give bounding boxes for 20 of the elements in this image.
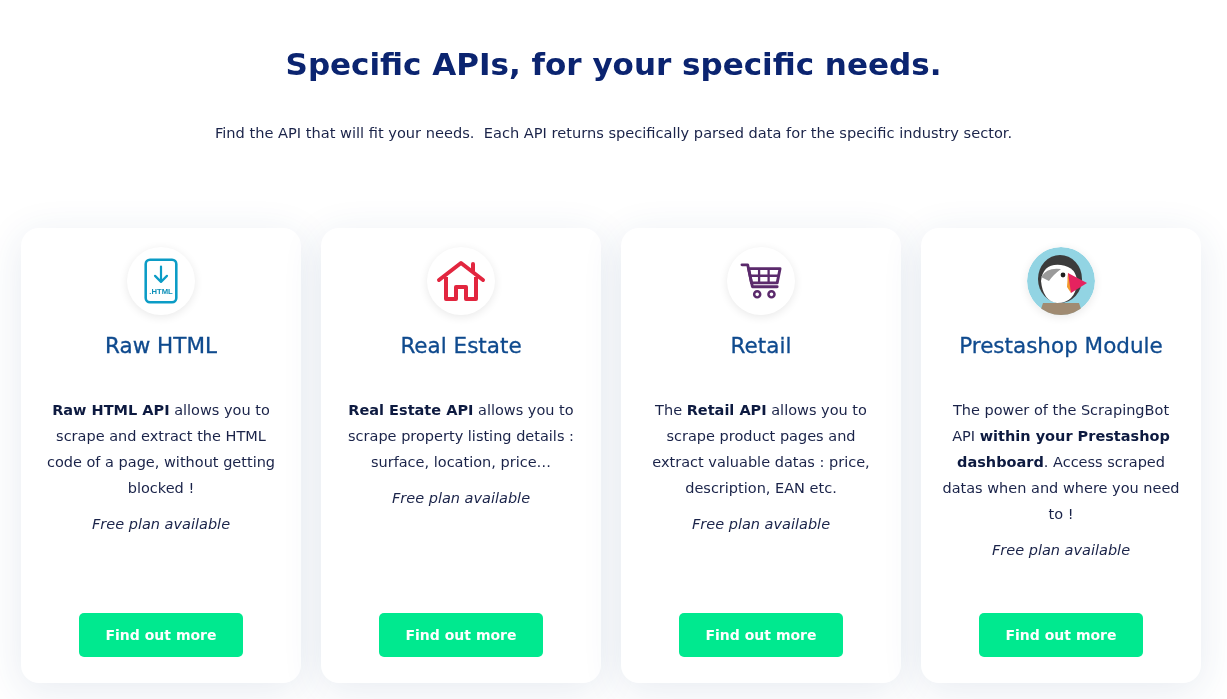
find-out-more-button[interactable]: Find out more <box>379 613 543 657</box>
card-description: Real Estate API allows you to scrape property listing details : surface, location, price… <box>347 401 575 472</box>
find-out-more-button[interactable]: Find out more <box>679 613 843 657</box>
card-title: Prestashop Module <box>959 333 1163 359</box>
plan-note: Free plan available <box>391 489 531 508</box>
bird-icon <box>1027 247 1095 315</box>
card-title: Real Estate <box>400 333 522 359</box>
section-heading: Specific APIs, for your specific needs. <box>285 45 942 84</box>
plan-note: Free plan available <box>691 515 831 534</box>
card-description: The Retail API allows you to scrape product pages and extract valuable datas : price, description, EAN etc. <box>651 401 871 498</box>
plan-note: Free plan available <box>91 515 231 534</box>
card-description: The power of the ScrapingBot API within your Prestashop dashboard. Access scraped datas when and where you need to ! <box>941 401 1181 524</box>
card-title: Retail <box>730 333 792 359</box>
find-out-more-button[interactable]: Find out more <box>979 613 1143 657</box>
find-out-more-button[interactable]: Find out more <box>79 613 243 657</box>
plan-note: Free plan available <box>991 541 1131 560</box>
card-title: Raw HTML <box>105 333 217 359</box>
section-subtitle: Find the API that will fit your needs. Each API returns specifically parsed data for the specific industry sector. <box>214 123 1013 143</box>
card-description: Raw HTML API allows you to scrape and extract the HTML code of a page, without getting blocked ! <box>45 401 277 498</box>
html-file-icon: .HTML <box>127 247 195 315</box>
